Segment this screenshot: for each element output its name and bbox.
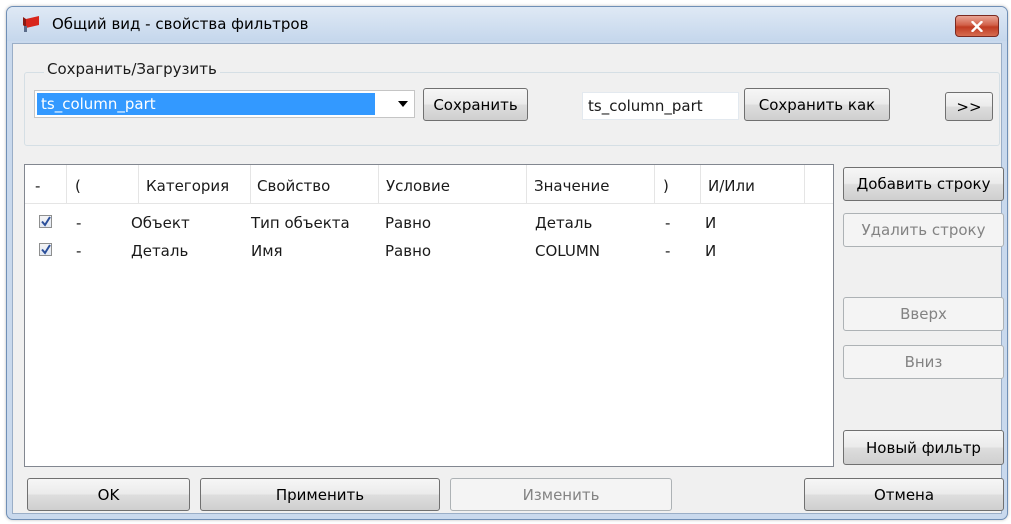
close-icon	[971, 20, 983, 32]
cell-category[interactable]: Объект	[131, 212, 190, 234]
cell-open-bracket[interactable]: -	[76, 240, 81, 262]
cell-value[interactable]: Деталь	[535, 212, 592, 234]
header-property: Свойство	[251, 165, 379, 203]
dropdown-arrow-icon[interactable]	[398, 101, 408, 107]
header-and-or: И/Или	[701, 165, 805, 203]
apply-button-label: Применить	[275, 485, 365, 504]
cell-and-or[interactable]: И	[705, 240, 716, 262]
header-value: Значение	[527, 165, 655, 203]
ok-button[interactable]: OK	[27, 478, 190, 511]
expand-button[interactable]: >>	[945, 92, 993, 121]
cell-open-bracket[interactable]: -	[76, 212, 81, 234]
cancel-button[interactable]: Отмена	[804, 478, 1004, 511]
cell-category[interactable]: Деталь	[131, 240, 188, 262]
move-up-button-label: Вверх	[900, 305, 947, 323]
new-filter-button-label: Новый фильтр	[866, 438, 981, 457]
save-load-legend: Сохранить/Загрузить	[44, 60, 220, 78]
expand-button-label: >>	[956, 97, 982, 116]
checkbox-check-icon	[41, 216, 51, 227]
save-as-name-field[interactable]: ts_column_part	[582, 92, 739, 120]
filter-rows-grid[interactable]: - ( Категория Свойство Условие Значение …	[24, 164, 834, 467]
cancel-button-label: Отмена	[873, 485, 935, 504]
close-button[interactable]	[955, 15, 999, 37]
row-enabled-checkbox[interactable]	[39, 243, 52, 256]
title-bar: Общий вид - свойства фильтров	[7, 7, 1007, 41]
new-filter-button[interactable]: Новый фильтр	[843, 430, 1004, 465]
header-open-bracket: (	[67, 165, 139, 203]
header-toggle: -	[25, 165, 67, 203]
apply-button[interactable]: Применить	[200, 478, 440, 511]
move-down-button[interactable]: Вниз	[843, 345, 1004, 379]
save-button[interactable]: Сохранить	[423, 88, 528, 121]
modify-button-label: Изменить	[522, 485, 600, 504]
ok-button-label: OK	[97, 485, 120, 504]
cell-and-or[interactable]: И	[705, 212, 716, 234]
table-row[interactable]: - Деталь Имя Равно COLUMN - И	[25, 240, 833, 262]
row-enabled-checkbox[interactable]	[39, 215, 52, 228]
move-up-button[interactable]: Вверх	[843, 297, 1004, 331]
save-button-label: Сохранить	[433, 95, 518, 114]
cell-close-bracket[interactable]: -	[665, 212, 670, 234]
cell-value[interactable]: COLUMN	[535, 240, 600, 262]
app-icon	[22, 16, 40, 32]
checkbox-check-icon	[41, 244, 51, 255]
modify-button[interactable]: Изменить	[450, 478, 672, 511]
header-close-bracket: )	[655, 165, 701, 203]
add-row-button-label: Добавить строку	[856, 175, 991, 193]
table-row[interactable]: - Объект Тип объекта Равно Деталь - И	[25, 212, 833, 234]
grid-header: - ( Категория Свойство Условие Значение …	[25, 165, 833, 204]
header-condition: Условие	[379, 165, 527, 203]
cell-condition[interactable]: Равно	[385, 212, 431, 234]
save-as-button[interactable]: Сохранить как	[744, 88, 890, 121]
header-category: Категория	[139, 165, 251, 203]
move-down-button-label: Вниз	[904, 353, 943, 371]
add-row-button[interactable]: Добавить строку	[843, 167, 1004, 201]
delete-row-button-label: Удалить строку	[861, 221, 986, 239]
cell-close-bracket[interactable]: -	[665, 240, 670, 262]
filter-name-combobox[interactable]: ts_column_part	[34, 90, 415, 118]
filter-name-combobox-value: ts_column_part	[37, 93, 375, 115]
delete-row-button[interactable]: Удалить строку	[843, 213, 1004, 247]
cell-property[interactable]: Имя	[251, 240, 283, 262]
cell-property[interactable]: Тип объекта	[251, 212, 350, 234]
save-as-button-label: Сохранить как	[758, 95, 876, 114]
window-title: Общий вид - свойства фильтров	[52, 15, 309, 33]
cell-condition[interactable]: Равно	[385, 240, 431, 262]
